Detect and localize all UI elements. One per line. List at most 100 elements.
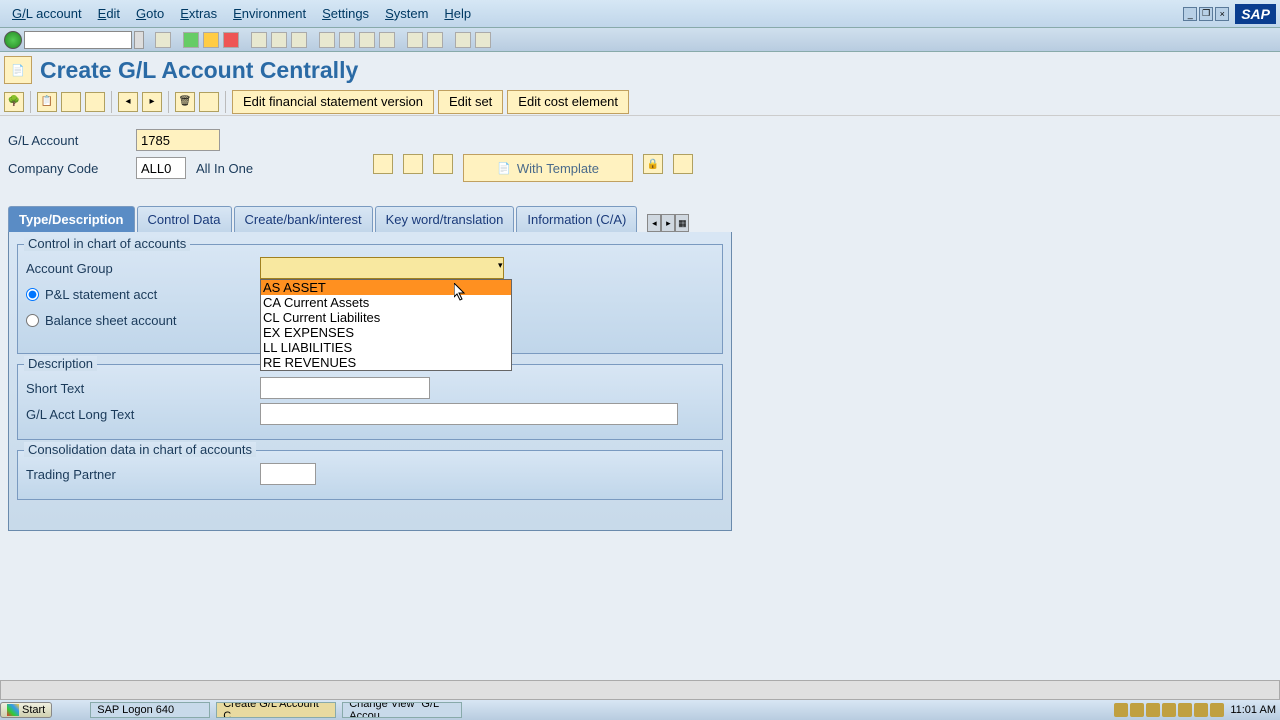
tab-information-ca[interactable]: Information (C/A) <box>516 206 637 232</box>
close-icon[interactable]: × <box>1215 7 1229 21</box>
taskbar-item[interactable]: SAP Logon 640 <box>90 702 210 718</box>
arrow-right-icon[interactable]: ▸ <box>142 92 162 112</box>
dropdown-option[interactable]: AS ASSET <box>261 280 511 295</box>
cancel-icon[interactable] <box>223 32 239 48</box>
help-icon[interactable] <box>455 32 471 48</box>
tab-scroll-left-icon[interactable]: ◂ <box>647 214 661 232</box>
display-icon[interactable] <box>373 154 393 174</box>
tab-keyword-translation[interactable]: Key word/translation <box>375 206 515 232</box>
dropdown-option[interactable]: LL LIABILITIES <box>261 340 511 355</box>
edit-set-button[interactable]: Edit set <box>438 90 503 114</box>
windows-icon <box>7 704 19 716</box>
arrow-left-icon[interactable]: ◂ <box>118 92 138 112</box>
standard-toolbar <box>0 28 1280 52</box>
check-icon[interactable] <box>199 92 219 112</box>
menu-gl-account[interactable]: G/L account <box>4 3 90 24</box>
taskbar-item[interactable]: Create G/L Account C... <box>216 702 336 718</box>
nav-icon-1[interactable] <box>61 92 81 112</box>
change-icon[interactable] <box>403 154 423 174</box>
tab-strip: Type/Description Control Data Create/ban… <box>8 204 1272 232</box>
dropdown-option[interactable]: EX EXPENSES <box>261 325 511 340</box>
trading-partner-input[interactable] <box>260 463 316 485</box>
menu-help[interactable]: Help <box>436 3 479 24</box>
new-session-icon[interactable] <box>407 32 423 48</box>
taskbar-item[interactable]: Change View "G/L Accou... <box>342 702 462 718</box>
company-code-desc: All In One <box>196 161 253 176</box>
layout-icon[interactable] <box>475 32 491 48</box>
tray-icon[interactable] <box>1210 703 1224 717</box>
gl-account-label: G/L Account <box>8 133 136 148</box>
tree-icon[interactable]: 🌳 <box>4 92 24 112</box>
page-title: Create G/L Account Centrally <box>40 57 358 84</box>
command-dropdown-icon[interactable] <box>134 31 144 49</box>
tab-content: Control in chart of accounts Account Gro… <box>8 232 732 531</box>
save-icon[interactable] <box>155 32 171 48</box>
tab-type-description[interactable]: Type/Description <box>8 206 135 232</box>
dropdown-option[interactable]: RE REVENUES <box>261 355 511 370</box>
tray-icon[interactable] <box>1194 703 1208 717</box>
menu-system[interactable]: System <box>377 3 436 24</box>
menu-edit[interactable]: Edit <box>90 3 128 24</box>
prev-page-icon[interactable] <box>339 32 355 48</box>
hierarchy-icon[interactable]: 📋 <box>37 92 57 112</box>
company-code-label: Company Code <box>8 161 136 176</box>
tray-icon[interactable] <box>1146 703 1160 717</box>
object-icon[interactable]: 📄 <box>4 56 32 84</box>
tab-list-icon[interactable]: ▦ <box>675 214 689 232</box>
command-field[interactable] <box>24 31 132 49</box>
dropdown-option[interactable]: CA Current Assets <box>261 295 511 310</box>
shortcut-icon[interactable] <box>427 32 443 48</box>
balance-sheet-radio[interactable] <box>26 314 39 327</box>
enter-icon[interactable] <box>4 31 22 49</box>
create-icon[interactable] <box>433 154 453 174</box>
print-icon[interactable] <box>251 32 267 48</box>
tray-icon[interactable] <box>1178 703 1192 717</box>
status-bar <box>0 680 1280 700</box>
tab-create-bank-interest[interactable]: Create/bank/interest <box>234 206 373 232</box>
tray-icon[interactable] <box>1130 703 1144 717</box>
last-page-icon[interactable] <box>379 32 395 48</box>
edit-cost-element-button[interactable]: Edit cost element <box>507 90 629 114</box>
menu-settings[interactable]: Settings <box>314 3 377 24</box>
pl-statement-label: P&L statement acct <box>45 287 157 302</box>
next-page-icon[interactable] <box>359 32 375 48</box>
trading-partner-label: Trading Partner <box>26 467 260 482</box>
first-page-icon[interactable] <box>319 32 335 48</box>
menu-environment[interactable]: Environment <box>225 3 314 24</box>
group-title-consolidation: Consolidation data in chart of accounts <box>24 442 256 457</box>
other-icon[interactable] <box>673 154 693 174</box>
group-title-control: Control in chart of accounts <box>24 236 190 251</box>
quicklaunch-icon[interactable] <box>56 703 70 717</box>
tray-icon[interactable] <box>1114 703 1128 717</box>
account-group-input[interactable] <box>260 257 504 279</box>
nav-icon-2[interactable] <box>85 92 105 112</box>
long-text-input[interactable] <box>260 403 678 425</box>
short-text-input[interactable] <box>260 377 430 399</box>
start-button[interactable]: Start <box>0 702 52 718</box>
with-template-button[interactable]: 📄 With Template <box>463 154 633 182</box>
application-toolbar: 🌳 📋 ◂ ▸ 🗑 Edit financial statement versi… <box>0 88 1280 116</box>
quicklaunch-icon[interactable] <box>70 703 84 717</box>
lock-icon[interactable]: 🔒 <box>643 154 663 174</box>
clock: 11:01 AM <box>1230 704 1276 716</box>
tab-scroll-right-icon[interactable]: ▸ <box>661 214 675 232</box>
find-icon[interactable] <box>271 32 287 48</box>
menu-extras[interactable]: Extras <box>172 3 225 24</box>
company-code-input[interactable] <box>136 157 186 179</box>
back-icon[interactable] <box>183 32 199 48</box>
delete-icon[interactable]: 🗑 <box>175 92 195 112</box>
gl-account-input[interactable] <box>136 129 220 151</box>
consolidation-group: Consolidation data in chart of accounts … <box>17 450 723 500</box>
account-group-label: Account Group <box>26 261 260 276</box>
menu-goto[interactable]: Goto <box>128 3 172 24</box>
restore-icon[interactable]: ❐ <box>1199 7 1213 21</box>
exit-icon[interactable] <box>203 32 219 48</box>
tab-control-data[interactable]: Control Data <box>137 206 232 232</box>
minimize-icon[interactable]: _ <box>1183 7 1197 21</box>
edit-fin-statement-button[interactable]: Edit financial statement version <box>232 90 434 114</box>
dropdown-icon[interactable]: ▾ <box>498 260 508 276</box>
find-next-icon[interactable] <box>291 32 307 48</box>
tray-icon[interactable] <box>1162 703 1176 717</box>
pl-statement-radio[interactable] <box>26 288 39 301</box>
dropdown-option[interactable]: CL Current Liabilites <box>261 310 511 325</box>
